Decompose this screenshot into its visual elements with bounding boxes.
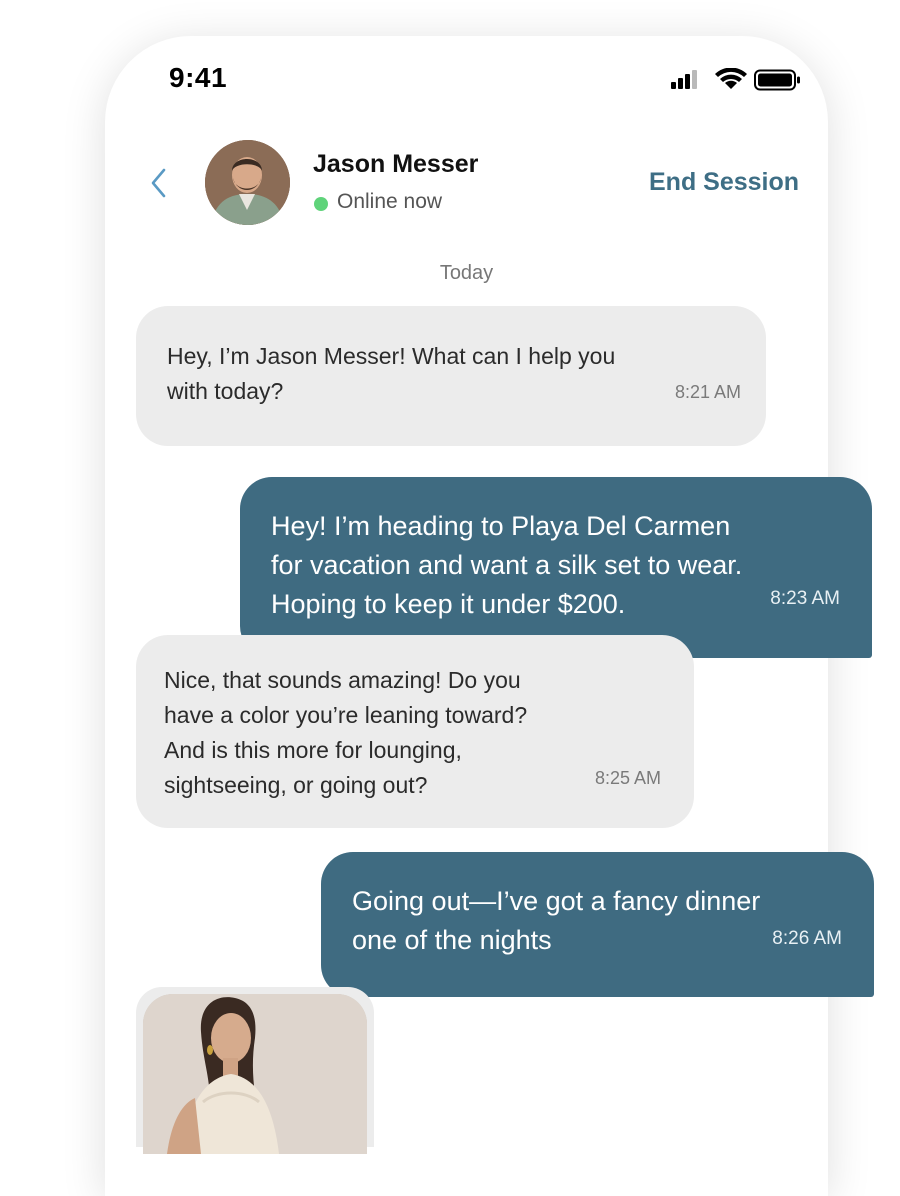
product-image-message[interactable] <box>136 987 374 1154</box>
battery-icon <box>754 69 800 91</box>
status-bar-icons <box>671 68 800 91</box>
product-photo[interactable] <box>143 994 367 1154</box>
date-separator: Today <box>439 262 494 284</box>
online-status-dot <box>314 197 328 211</box>
avatar <box>205 140 290 225</box>
message-bubble-incoming: Nice, that sounds amazing! Do you have a… <box>136 635 694 828</box>
message-bubble-outgoing: Going out—I’ve got a fancy dinner one of… <box>321 852 874 997</box>
message-bubble-outgoing: Hey! I’m heading to Playa Del Carmen for… <box>240 477 872 658</box>
chevron-left-icon[interactable] <box>146 166 174 200</box>
message-timestamp: 8:23 AM <box>770 588 840 609</box>
contact-name: Jason Messer <box>313 150 479 178</box>
online-status-text: Online now <box>337 190 443 213</box>
message-bubble-incoming: Hey, I’m Jason Messer! What can I help y… <box>136 306 766 446</box>
end-session-button[interactable]: End Session <box>649 168 799 197</box>
message-timestamp: 8:21 AM <box>674 382 741 402</box>
wifi-icon <box>715 68 747 89</box>
message-timestamp: 8:26 AM <box>772 928 842 949</box>
cellular-signal-icon <box>671 70 697 89</box>
status-bar-time: 9:41 <box>169 62 228 93</box>
message-timestamp: 8:25 AM <box>594 768 661 788</box>
